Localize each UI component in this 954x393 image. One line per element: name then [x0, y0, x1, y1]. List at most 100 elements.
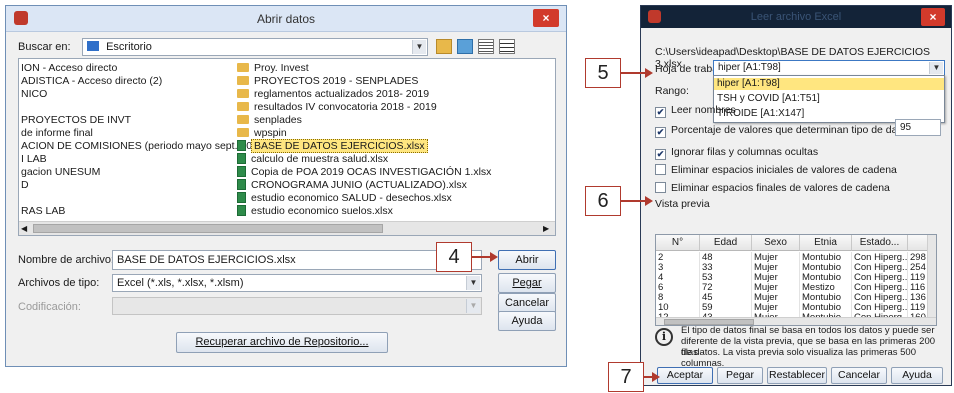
callout-6-line [621, 200, 647, 202]
percent-input[interactable]: 95 [895, 119, 941, 136]
read-names-label: Leer nombres [671, 104, 736, 116]
file-name: PROYECTOS 2019 - SENPLADES [254, 75, 419, 87]
worksheet-dropdown[interactable]: hiper [A1:T98] TSH y COVID [A1:T51] TIRO… [713, 75, 945, 123]
chevron-down-icon[interactable]: ▼ [412, 40, 426, 54]
list-item[interactable]: senplades [237, 114, 302, 127]
worksheet-option[interactable]: TSH y COVID [A1:T51] [714, 93, 944, 105]
reset-button[interactable]: Restablecer [767, 367, 827, 384]
paste-button[interactable]: Pegar [498, 273, 556, 293]
ok-button[interactable]: Aceptar [657, 367, 713, 384]
list-view-icon[interactable] [478, 39, 494, 54]
retrieve-from-repository-button[interactable]: Recuperar archivo de Repositorio... [176, 332, 388, 353]
filetype-label: Archivos de tipo: [18, 277, 100, 289]
list-item[interactable]: PROYECTOS 2019 - SENPLADES [237, 75, 418, 88]
check-icon[interactable]: ✔ [655, 107, 666, 118]
callout-5-line [621, 72, 647, 74]
list-item[interactable]: RAS LAB [21, 205, 65, 218]
file-name: CRONOGRAMA JUNIO (ACTUALIZADO).xlsx [251, 179, 467, 191]
list-item[interactable]: PROYECTOS DE INVT [21, 114, 131, 127]
filename-label: Nombre de archivo: [18, 254, 114, 266]
folder-icon [237, 76, 249, 85]
open-data-dialog: Abrir datos × Buscar en: Escritorio ▼ IO… [5, 5, 567, 367]
worksheet-value: hiper [A1:T98] [718, 62, 781, 73]
column-header[interactable]: Etnia [800, 235, 852, 251]
dialog-title: Abrir datos [256, 12, 316, 26]
scroll-right-icon[interactable]: ▶ [543, 224, 549, 233]
file-name: calculo de muestra salud.xlsx [251, 153, 389, 165]
column-header[interactable]: Sexo [752, 235, 800, 251]
column-header[interactable]: N° [656, 235, 700, 251]
checkbox-icon[interactable] [655, 164, 666, 175]
read-names-option[interactable]: ✔ Leer nombres [655, 104, 736, 118]
list-item[interactable]: D [21, 179, 29, 192]
list-item[interactable]: estudio economico SALUD - desechos.xlsx [237, 192, 452, 205]
percent-value: 95 [900, 122, 912, 133]
cancel-button[interactable]: Cancelar [498, 293, 556, 313]
file-name: Copia de POA 2019 OCAS INVESTIGACIÓN 1.x… [251, 166, 492, 178]
look-in-select[interactable]: Escritorio ▼ [82, 38, 428, 56]
percent-option[interactable]: ✔ Porcentaje de valores que determinan ti… [655, 124, 914, 138]
scroll-thumb[interactable] [33, 224, 383, 233]
preview-table[interactable]: N° Edad Sexo Etnia Estado... 2 48 Mujer … [655, 234, 937, 326]
help-button[interactable]: Ayuda [891, 367, 943, 384]
list-item[interactable]: gacion UNESUM [21, 166, 100, 179]
check-icon[interactable]: ✔ [655, 149, 666, 160]
chevron-down-icon[interactable]: ▼ [929, 62, 943, 74]
list-item[interactable]: I LAB [21, 153, 47, 166]
vertical-scrollbar[interactable] [927, 235, 936, 317]
column-header[interactable]: Edad [700, 235, 752, 251]
list-item[interactable]: CRONOGRAMA JUNIO (ACTUALIZADO).xlsx [237, 179, 467, 192]
chevron-down-icon: ▼ [466, 299, 480, 313]
scroll-left-icon[interactable]: ◀ [21, 224, 27, 233]
filetype-select[interactable]: Excel (*.xls, *.xlsx, *.xlsm) ▼ [112, 274, 482, 292]
checkbox-icon[interactable] [655, 182, 666, 193]
excel-file-icon [237, 192, 246, 203]
folder-up-icon[interactable] [436, 39, 452, 54]
list-item[interactable]: ADISTICA - Acceso directo (2) [21, 75, 162, 88]
list-item[interactable]: estudio economico suelos.xlsx [237, 205, 393, 218]
list-item[interactable]: resultados IV convocatoria 2018 - 2019 [237, 101, 437, 114]
range-label: Rango: [655, 85, 689, 97]
excel-file-icon [237, 153, 246, 164]
file-list[interactable]: ION - Acceso directo ADISTICA - Acceso d… [18, 58, 556, 236]
help-button[interactable]: Ayuda [498, 311, 556, 331]
list-item[interactable]: NICO [21, 88, 47, 101]
excel-file-icon [237, 205, 246, 216]
list-item[interactable]: ACION DE COMISIONES (periodo mayo sept. … [21, 140, 267, 153]
new-folder-icon[interactable] [457, 39, 473, 54]
remove-leading-option[interactable]: Eliminar espacios iniciales de valores d… [655, 164, 897, 176]
ignore-hidden-option[interactable]: ✔ Ignorar filas y columnas ocultas [655, 146, 818, 160]
folder-icon [237, 128, 249, 137]
list-item[interactable]: calculo de muestra salud.xlsx [237, 153, 388, 166]
open-button[interactable]: Abrir [498, 250, 556, 270]
close-icon[interactable]: × [533, 9, 559, 27]
details-view-icon[interactable] [499, 39, 515, 54]
filename-input[interactable]: BASE DE DATOS EJERCICIOS.xlsx [112, 250, 482, 270]
worksheet-option[interactable]: hiper [A1:T98] [714, 78, 944, 90]
list-item[interactable]: reglamentos actualizados 2018- 2019 [237, 88, 429, 101]
file-name: senplades [254, 114, 302, 126]
dialog-title: Leer archivo Excel [750, 11, 842, 23]
callout-7-arrow [652, 372, 660, 382]
list-item-selected[interactable]: BASE DE DATOS EJERCICIOS.xlsx [237, 139, 428, 153]
folder-icon [237, 102, 249, 111]
close-icon[interactable]: × [921, 8, 945, 26]
worksheet-select[interactable]: hiper [A1:T98] ▼ [713, 60, 945, 76]
file-name: estudio economico SALUD - desechos.xlsx [251, 192, 452, 204]
list-item[interactable]: de informe final [21, 127, 93, 140]
column-header[interactable] [908, 235, 928, 251]
horizontal-scrollbar[interactable]: ◀ ▶ [19, 221, 555, 235]
cancel-button[interactable]: Cancelar [831, 367, 887, 384]
list-item[interactable]: Copia de POA 2019 OCAS INVESTIGACIÓN 1.x… [237, 166, 491, 179]
chevron-down-icon[interactable]: ▼ [466, 276, 480, 290]
list-item[interactable]: Proy. Invest [237, 62, 309, 75]
callout-5: 5 [585, 58, 621, 88]
remove-trailing-option[interactable]: Eliminar espacios finales de valores de … [655, 182, 890, 194]
column-header[interactable]: Estado... [852, 235, 908, 251]
paste-button[interactable]: Pegar [717, 367, 763, 384]
list-item[interactable]: ION - Acceso directo [21, 62, 117, 75]
percent-label: Porcentaje de valores que determinan tip… [671, 124, 915, 136]
check-icon[interactable]: ✔ [655, 127, 666, 138]
desktop-icon [87, 41, 99, 51]
excel-file-icon [237, 166, 246, 177]
